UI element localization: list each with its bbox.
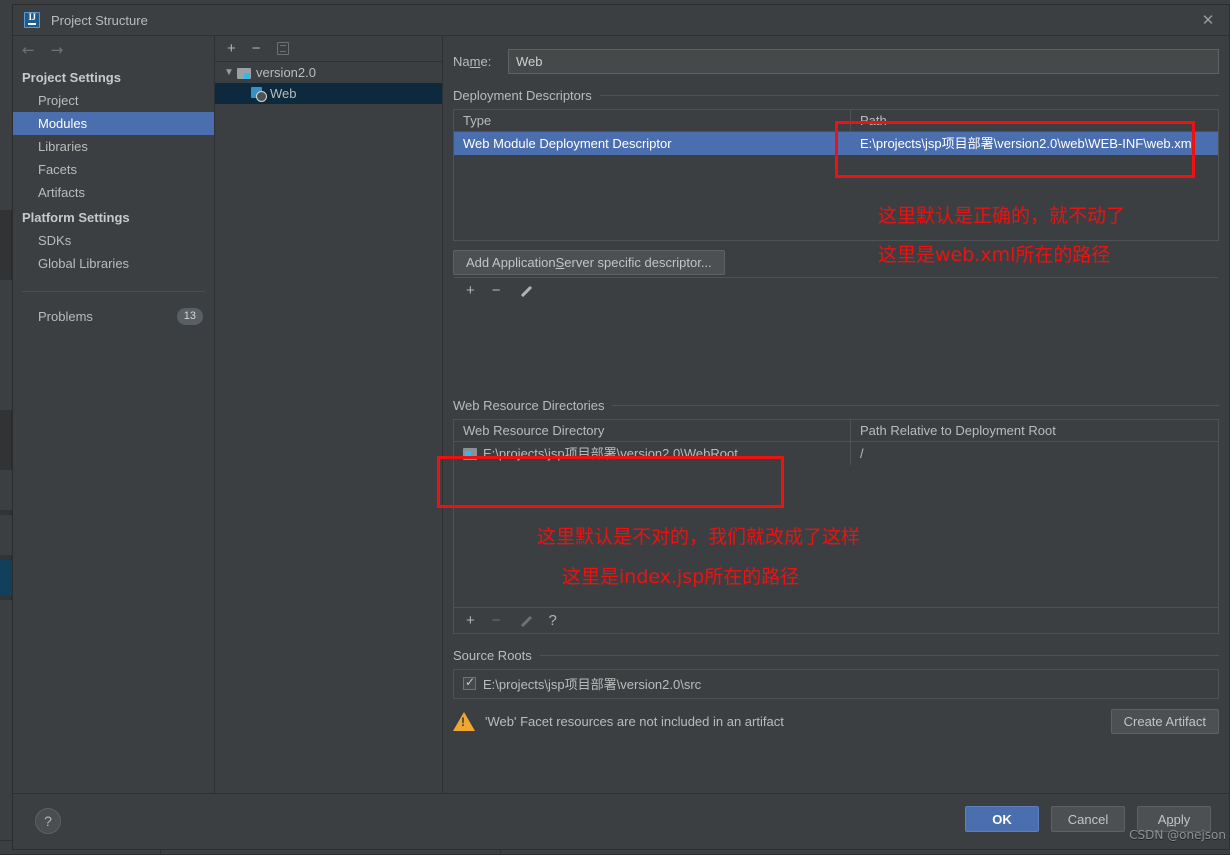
- sidebar-item-libraries[interactable]: Libraries: [13, 135, 214, 158]
- source-roots-title: Source Roots: [453, 648, 532, 663]
- pencil-icon: [518, 614, 532, 628]
- watermark: CSDN @onejson: [1129, 828, 1226, 842]
- column-header-path[interactable]: Path: [851, 110, 1218, 132]
- source-root-checkbox[interactable]: [463, 677, 476, 690]
- cell-type: Web Module Deployment Descriptor: [454, 132, 850, 155]
- dialog-titlebar: Project Structure ✕: [13, 5, 1229, 35]
- tree-node-label: Web: [270, 86, 297, 101]
- table-row[interactable]: Web Module Deployment Descriptor E:\proj…: [454, 132, 1218, 155]
- sidebar-item-label: Project: [38, 93, 78, 108]
- ide-left-gutter: [0, 0, 12, 854]
- deployment-descriptors-toolbar: + −: [454, 277, 1218, 303]
- sidebar-item-global-libraries[interactable]: Global Libraries: [13, 252, 214, 275]
- deployment-descriptors-title: Deployment Descriptors: [453, 88, 592, 103]
- artifact-warning-row: 'Web' Facet resources are not included i…: [453, 709, 1219, 734]
- name-input[interactable]: Web: [508, 49, 1219, 74]
- name-row: Name: Web: [453, 49, 1219, 74]
- source-root-row[interactable]: E:\projects\jsp项目部署\version2.0\src: [454, 670, 1218, 696]
- minus-icon: −: [492, 613, 501, 628]
- section-rule: [600, 95, 1219, 96]
- modules-tree-pane: + − ▼ version2.0 Web: [215, 35, 443, 793]
- table-header-row: Web Resource Directory Path Relative to …: [454, 420, 1218, 442]
- tree-node-web[interactable]: Web: [215, 83, 442, 104]
- sidebar-item-sdks[interactable]: SDKs: [13, 229, 214, 252]
- cell-web-resource-directory: E:\projects\jsp项目部署\version2.0\WebRoot: [454, 442, 850, 465]
- tree-node-label: version2.0: [256, 65, 316, 80]
- column-header-web-resource-directory[interactable]: Web Resource Directory: [454, 420, 850, 442]
- sidebar-item-label: SDKs: [38, 233, 71, 248]
- plus-icon[interactable]: +: [466, 613, 475, 628]
- modules-tree-toolbar: + −: [215, 36, 442, 62]
- cell-path: E:\projects\jsp项目部署\version2.0\web\WEB-I…: [851, 132, 1218, 155]
- sidebar-item-label: Libraries: [38, 139, 88, 154]
- sidebar-item-facets[interactable]: Facets: [13, 158, 214, 181]
- tree-node-version2[interactable]: ▼ version2.0: [215, 62, 442, 83]
- section-rule: [540, 655, 1219, 656]
- table-header-row: Type Path: [454, 110, 1218, 132]
- sidebar-item-label: Global Libraries: [38, 256, 129, 271]
- section-rule: [612, 405, 1219, 406]
- project-settings-heading: Project Settings: [13, 64, 214, 89]
- platform-settings-heading: Platform Settings: [13, 204, 214, 229]
- cell-directory-text: E:\projects\jsp项目部署\version2.0\WebRoot: [483, 442, 738, 465]
- sidebar-divider: [22, 291, 205, 292]
- sidebar-item-label: Problems: [38, 309, 177, 324]
- module-folder-icon: [237, 67, 251, 79]
- name-label: Name:: [453, 54, 508, 69]
- sidebar-item-project[interactable]: Project: [13, 89, 214, 112]
- column-header-path-relative[interactable]: Path Relative to Deployment Root: [851, 420, 1218, 442]
- help-button[interactable]: ?: [35, 808, 61, 834]
- sidebar-item-problems[interactable]: Problems 13: [13, 305, 214, 328]
- ok-button[interactable]: OK: [965, 806, 1039, 832]
- web-resource-directories-toolbar: + − ?: [454, 607, 1218, 633]
- question-icon[interactable]: ?: [549, 613, 557, 628]
- pencil-icon[interactable]: [518, 284, 532, 298]
- annotation-note-3: 这里默认是不对的，我们就改成了这样: [537, 522, 860, 549]
- annotation-note-1: 这里默认是正确的，就不动了: [878, 201, 1125, 228]
- close-icon[interactable]: ✕: [1197, 10, 1219, 30]
- sidebar-item-label: Modules: [38, 116, 87, 131]
- sidebar-item-label: Facets: [38, 162, 77, 177]
- project-structure-dialog: Project Structure ✕ ← → Project Settings…: [12, 4, 1230, 850]
- deployment-descriptors-header: Deployment Descriptors: [453, 88, 1219, 103]
- web-resource-directories-header: Web Resource Directories: [453, 398, 1219, 413]
- add-application-server-descriptor-button[interactable]: Add Application Server specific descript…: [453, 250, 725, 275]
- cell-relative-path: /: [851, 442, 1218, 465]
- dialog-footer: ? OK Cancel Apply: [13, 793, 1229, 849]
- dialog-title: Project Structure: [51, 13, 148, 28]
- web-resource-directories-title: Web Resource Directories: [453, 398, 604, 413]
- sidebar-item-label: Artifacts: [38, 185, 85, 200]
- copy-icon[interactable]: [277, 42, 289, 55]
- name-input-value: Web: [516, 54, 543, 69]
- problems-count-badge: 13: [177, 308, 203, 325]
- source-roots-table: E:\projects\jsp项目部署\version2.0\src: [453, 669, 1219, 699]
- plus-icon[interactable]: +: [466, 283, 475, 298]
- source-roots-header: Source Roots: [453, 648, 1219, 663]
- facet-settings-panel: Name: Web Deployment Descriptors Type Pa…: [443, 35, 1229, 793]
- arrow-right-icon[interactable]: →: [51, 43, 64, 58]
- web-facet-icon: [251, 87, 265, 100]
- sidebar-item-artifacts[interactable]: Artifacts: [13, 181, 214, 204]
- nav-history-controls: ← →: [13, 36, 214, 64]
- folder-icon: [463, 448, 477, 460]
- warning-triangle-icon: [453, 712, 475, 731]
- annotation-note-4: 这里是index.jsp所在的路径: [562, 562, 799, 589]
- annotation-note-2: 这里是web.xml所在的路径: [878, 240, 1110, 267]
- intellij-idea-logo-icon: [24, 12, 40, 28]
- ide-gutter-highlight: [0, 560, 12, 596]
- create-artifact-button[interactable]: Create Artifact: [1111, 709, 1219, 734]
- cancel-button[interactable]: Cancel: [1051, 806, 1125, 832]
- column-header-type[interactable]: Type: [454, 110, 850, 132]
- minus-icon[interactable]: −: [252, 41, 261, 56]
- dialog-body: ← → Project Settings Project Modules Lib…: [13, 35, 1229, 793]
- minus-icon[interactable]: −: [492, 283, 501, 298]
- chevron-down-icon[interactable]: ▼: [221, 67, 237, 78]
- plus-icon[interactable]: +: [227, 41, 236, 56]
- artifact-warning-text: 'Web' Facet resources are not included i…: [485, 714, 1101, 729]
- settings-sidebar: ← → Project Settings Project Modules Lib…: [13, 35, 215, 793]
- source-root-path: E:\projects\jsp项目部署\version2.0\src: [483, 674, 701, 693]
- table-row[interactable]: E:\projects\jsp项目部署\version2.0\WebRoot /: [454, 442, 1218, 465]
- sidebar-item-modules[interactable]: Modules: [13, 112, 214, 135]
- arrow-left-icon[interactable]: ←: [22, 43, 35, 58]
